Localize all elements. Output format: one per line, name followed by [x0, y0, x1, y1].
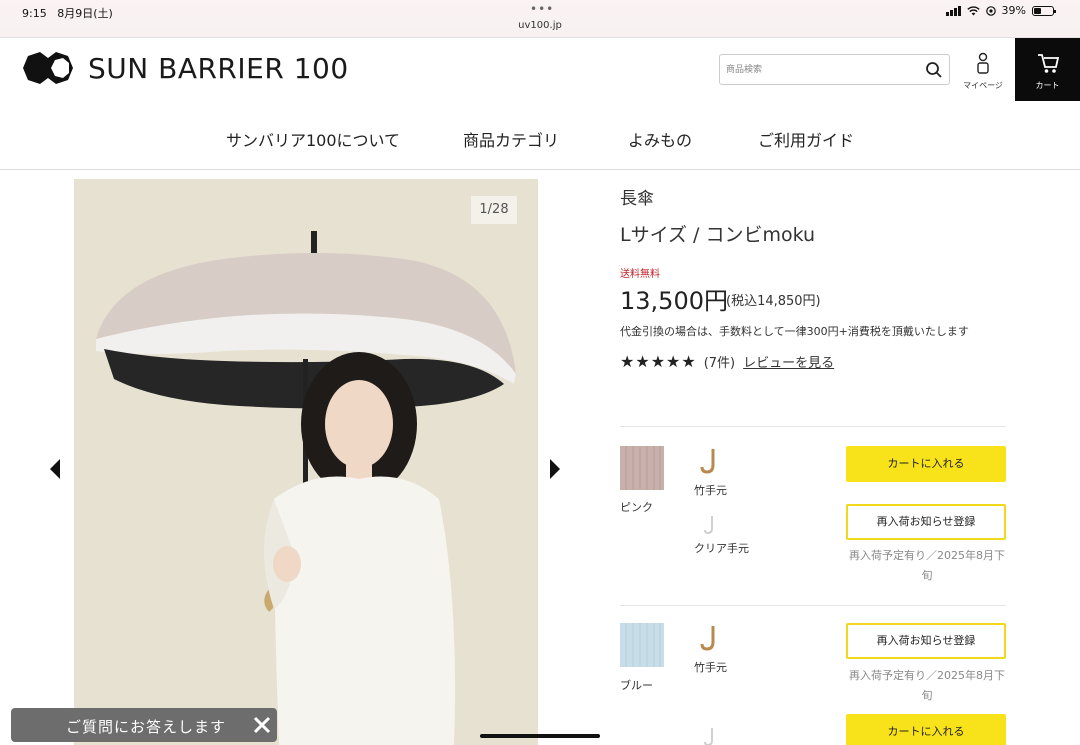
chat-widget[interactable]: ご質問にお答えします	[11, 708, 277, 742]
status-icons: 39%	[945, 4, 1056, 17]
handle-label-clear: クリア手元	[694, 542, 749, 555]
add-to-cart-button[interactable]: カートに入れる	[846, 446, 1006, 482]
prev-arrow-icon[interactable]	[48, 458, 62, 480]
swatch-blue[interactable]	[620, 623, 664, 667]
user-icon	[977, 52, 989, 74]
main-nav: サンバリア100について 商品カテゴリ よみもの ご利用ガイド	[0, 102, 1080, 170]
bamboo-handle-icon[interactable]	[697, 447, 727, 475]
image-counter: 1/28	[471, 196, 517, 224]
clock: 9:15	[22, 7, 47, 20]
next-arrow-icon[interactable]	[548, 458, 562, 480]
handle-label-bamboo: 竹手元	[694, 661, 727, 674]
site-header: SUN BARRIER 100 マイページ カート	[0, 38, 1080, 102]
cod-fee-note: 代金引換の場合は、手数料として一律300円+消費税を頂戴いたします	[620, 325, 969, 338]
divider	[620, 605, 1006, 606]
search-icon[interactable]	[925, 61, 943, 79]
nav-item-articles[interactable]: よみもの	[628, 127, 692, 151]
star-icon: ★	[650, 351, 666, 371]
product-price-tax: (税込14,850円)	[726, 294, 821, 309]
product-category: 長傘	[620, 189, 654, 209]
handle-label-bamboo: 竹手元	[694, 484, 727, 497]
product-rating: ★ ★ ★ ★ ★ (7件) レビューを見る	[620, 352, 834, 371]
swatch-pink[interactable]	[620, 446, 664, 490]
product-main-image[interactable]	[74, 179, 538, 745]
signal-icon	[945, 5, 961, 16]
review-count: (7件)	[703, 356, 736, 371]
restock-notify-button[interactable]: 再入荷お知らせ登録	[846, 504, 1006, 540]
restock-note: 再入荷予定有り／2025年8月下旬	[849, 669, 1005, 702]
status-bar: 9:15 8月9日(土) ••• uv100.jp 39%	[0, 0, 1080, 38]
mypage-button[interactable]: マイページ	[960, 52, 1006, 92]
wifi-icon	[966, 5, 980, 15]
search-input[interactable]	[726, 61, 916, 79]
clear-handle-icon[interactable]	[697, 512, 727, 540]
search-box	[719, 54, 950, 85]
battery-icon	[1032, 5, 1056, 16]
product-title: Lサイズ / コンビmoku	[620, 224, 816, 246]
restock-notify-button[interactable]: 再入荷お知らせ登録	[846, 623, 1006, 659]
address-bar[interactable]: uv100.jp	[0, 20, 1080, 31]
umbrella-model-photo	[74, 179, 538, 745]
home-indicator	[480, 734, 600, 738]
star-icon: ★	[635, 351, 650, 371]
color-name-blue: ブルー	[620, 679, 653, 692]
clear-handle-icon[interactable]	[697, 724, 727, 745]
close-icon[interactable]	[251, 714, 273, 736]
add-to-cart-button[interactable]: カートに入れる	[846, 714, 1006, 745]
multitask-dots[interactable]: •••	[530, 2, 554, 16]
cart-button[interactable]: カート	[1015, 38, 1080, 101]
status-time: 9:15 8月9日(土)	[22, 5, 113, 21]
site-logo[interactable]: SUN BARRIER 100	[18, 48, 349, 88]
location-icon	[985, 5, 996, 16]
star-icon: ★	[620, 351, 635, 371]
cart-icon	[1037, 54, 1059, 73]
chat-label: ご質問にお答えします	[66, 718, 227, 736]
date: 8月9日(土)	[57, 7, 113, 20]
pink-fabric-swatch	[620, 446, 664, 490]
nav-item-categories[interactable]: 商品カテゴリ	[463, 127, 559, 151]
color-name-pink: ピンク	[620, 501, 653, 514]
mypage-label: マイページ	[963, 81, 1003, 90]
battery-percent: 39%	[1001, 4, 1026, 17]
nav-item-about[interactable]: サンバリア100について	[226, 127, 400, 151]
logo-text: SUN BARRIER 100	[88, 51, 349, 85]
star-icon: ★	[681, 351, 696, 371]
blue-fabric-swatch	[620, 623, 664, 667]
logo-mark-icon	[23, 52, 73, 84]
review-link[interactable]: レビューを見る	[743, 352, 834, 371]
divider	[620, 426, 1006, 427]
product-price: 13,500円	[620, 287, 728, 315]
star-icon: ★	[666, 351, 681, 371]
cart-label: カート	[1035, 81, 1060, 90]
bamboo-handle-icon[interactable]	[697, 624, 727, 652]
nav-item-guide[interactable]: ご利用ガイド	[758, 127, 854, 151]
restock-note: 再入荷予定有り／2025年8月下旬	[849, 549, 1005, 582]
rating-stars: ★ ★ ★ ★ ★	[620, 351, 696, 371]
free-shipping-label: 送料無料	[620, 269, 660, 280]
